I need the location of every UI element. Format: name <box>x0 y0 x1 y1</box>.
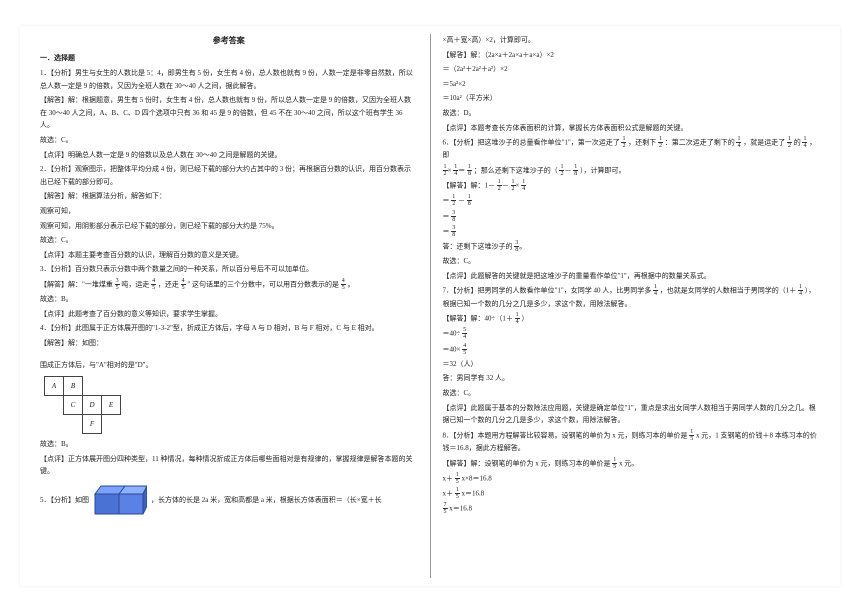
q7-answer: 故选：C。 <box>443 387 821 400</box>
q6-eq1: ＝ 12 － 18 <box>443 194 821 207</box>
q7-e1: ＝40÷ 54 <box>443 327 821 340</box>
q8-eq1: x＋ 15 x×8＝16.8 <box>443 472 821 485</box>
q5-e1: ＝（2a²＋2a²＋a²）×2 <box>443 63 821 76</box>
frac-3-5: 35 <box>115 278 120 291</box>
net-cell-b: B <box>64 377 83 396</box>
q7-e3: ＝32（人） <box>443 358 821 371</box>
cuboid-icon <box>93 484 147 516</box>
q8-analysis: 8．【分析】本题用方程解答比较容易。设钢笔的单价为 x 元，则练习本的单价是 1… <box>443 429 821 455</box>
q5-point: 【点评】本题考查长方体表面积的计算，掌握长方体表面积公式是解题的关键。 <box>443 122 821 135</box>
q3-solve-2: 吨，运走 <box>121 281 149 289</box>
q3-solve-5: 。 <box>347 281 354 289</box>
q2-line1: 观察可知， <box>40 205 418 218</box>
net-cell-a: A <box>45 377 64 396</box>
net-cell-d: D <box>83 396 102 415</box>
q4-analysis: 4．【分析】此图属于正方体展开图的"1-3-2"型，折成正方体后，字母 A 与 … <box>40 322 418 335</box>
q8-solve: 【解答】解：设钢笔的单价为 x 元，则练习本的单价是 15 x 元。 <box>443 457 821 470</box>
q7-analysis: 7．【分析】把男同学的人数看作单位"1"，女同学 40 人，比男同学多 14 ，… <box>443 284 821 310</box>
q2-line2: 观察可知，用阴影部分表示已经下载的部分，则已经下载的部分大约是 75%。 <box>40 220 418 233</box>
q5-answer: 故选：D。 <box>443 107 821 120</box>
q2-answer: 故选：C。 <box>40 234 418 247</box>
q7-ansline: 答：男同学有 32 人。 <box>443 372 821 385</box>
q4-answer: 故选：B。 <box>40 438 418 451</box>
doc-title: 参考答案 <box>40 34 418 48</box>
q3-answer: 故选：B。 <box>40 293 418 306</box>
net-cell-e: E <box>102 396 121 415</box>
q6-answer: 故选：C。 <box>443 255 821 268</box>
q4-after-net: 围成正方体后，与"A"相对的是"D"。 <box>40 359 418 372</box>
q3-solve-4: " 这句话里的三个分数中，可以用百分数表示的是 <box>187 281 339 289</box>
q6-eq2: ＝ 38 <box>443 210 821 223</box>
section-heading: 一．选择题 <box>40 52 418 65</box>
q5-e3: ＝10a²（平方米） <box>443 92 821 105</box>
frac-4-5: 45 <box>151 278 156 291</box>
q2-point: 【点评】本题主要考查百分数的认识，理解百分数的意义是关键。 <box>40 249 418 262</box>
net-cell-c: C <box>64 396 83 415</box>
q6-analysis-cont: 12× 14＝ 18 ；那么还剩下这堆沙子的（ 12－ 18 ），计算即可。 <box>443 164 821 177</box>
q6-analysis: 6．【分析】把这堆沙子的总量看作单位"1"，第一次运走了 12 ，还剩下 12 … <box>443 136 821 162</box>
q5-prefix: 5．【分析】如图 <box>40 494 89 507</box>
q5-e2: ＝5a²×2 <box>443 78 821 91</box>
q3-solve: 【解答】解："一堆煤重 35 吨，运走 45 ，还走 45 " 这句话里的三个分… <box>40 278 418 291</box>
q3-analysis: 3．【分析】百分数只表示分数中两个数量之间的一种关系，所以百分号后不可以加单位。 <box>40 263 418 276</box>
q7-e2: ＝40× 45 <box>443 343 821 356</box>
q8-eq3: 75 x＝16.8 <box>443 502 821 515</box>
q2-solve: 【解答】解：根据算法分析，解答如下： <box>40 190 418 203</box>
net-cell-f: F <box>83 415 102 434</box>
frac-4-5c: 45 <box>341 278 346 291</box>
q1-analysis: 1．【分析】男生与女生的人数比是 5：4，即男生有 5 份，女生有 4 份，总人… <box>40 67 418 92</box>
q5-row: 5．【分析】如图 ，长方体的长是 2a 米，宽和高都是 a 米，根据长方体表面积… <box>40 484 418 516</box>
q6-point: 【点评】此题解答的关键就是把这堆沙子的重量看作单位"1"，再根据中的数量关系式。 <box>443 270 821 283</box>
cube-net: A B C D E F <box>44 376 418 434</box>
q6-ansline: 答：还剩下这堆沙子的 38。 <box>443 240 821 253</box>
q3-solve-3: ，还走 <box>158 281 179 289</box>
columns: 参考答案 一．选择题 1．【分析】男生与女生的人数比是 5：4，即男生有 5 份… <box>40 34 820 578</box>
q3-point: 【点评】此题考查了百分数的意义等知识，要求学生掌握。 <box>40 308 418 321</box>
q7-solve: 【解答】解：40÷（1＋ 14 ） <box>443 312 821 325</box>
q6-solve: 【解答】解：1－ 12－ 12× 14 <box>443 179 821 192</box>
q6-eq3: ＝ 38 <box>443 225 821 238</box>
q2-analysis: 2．【分析】观察图示，把整体平均分成 4 份，则已经下载的部分大约占其中的 3 … <box>40 163 418 188</box>
q4-point: 【点评】正方体展开图分四种类型，11 种情况，每种情况折成正方体后哪些面相对是有… <box>40 453 418 478</box>
q5-after: ，长方体的长是 2a 米，宽和高都是 a 米，根据长方体表面积＝（长×宽＋长 <box>151 494 382 507</box>
q3-solve-1: 【解答】解："一堆煤重 <box>40 281 113 289</box>
q5-cont-l1: ×高＋宽×高）×2，计算即可。 <box>443 34 821 47</box>
q1-point: 【点评】明确总人数一定是 9 的倍数以及总人数在 30～40 之间是解题的关键。 <box>40 149 418 162</box>
right-column: ×高＋宽×高）×2，计算即可。 【解答】解：（2a×a＋2a×a＋a×a）×2 … <box>443 34 821 578</box>
q4-solve: 【解答】解：如图： <box>40 337 418 350</box>
q5-solve: 【解答】解：（2a×a＋2a×a＋a×a）×2 <box>443 49 821 62</box>
left-column: 参考答案 一．选择题 1．【分析】男生与女生的人数比是 5：4，即男生有 5 份… <box>40 34 431 578</box>
q1-solve: 【解答】解：根据题意，男生有 5 份时，女生有 4 份，总人数也就有 9 份，所… <box>40 94 418 132</box>
q8-eq2: x＋ 15 x＝16.8 <box>443 487 821 500</box>
page: 参考答案 一．选择题 1．【分析】男生与女生的人数比是 5：4，即男生有 5 份… <box>20 26 840 586</box>
q7-point: 【点评】此题属于基本的分数除法应用题，关键是确定单位"1"，重点是求出女同学人数… <box>443 402 821 427</box>
frac-4-5b: 45 <box>181 278 186 291</box>
q1-answer: 故选：C。 <box>40 134 418 147</box>
